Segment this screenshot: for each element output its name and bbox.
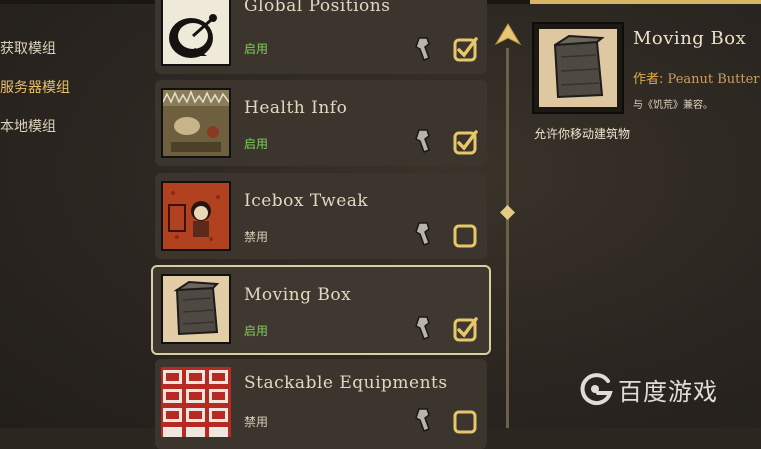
mod-status: 禁用 xyxy=(244,415,269,429)
mod-status: 启用 xyxy=(244,137,269,151)
scrollbar-track[interactable] xyxy=(506,48,509,428)
nav-item-client-mods[interactable]: 本地模组 xyxy=(0,116,56,136)
watermark-text: 百度游戏 xyxy=(618,378,718,406)
enable-checkbox[interactable] xyxy=(452,35,478,62)
mod-item-health-info[interactable]: Health Info 启用 xyxy=(155,80,487,166)
baidu-games-logo-icon xyxy=(580,373,613,406)
wrench-icon[interactable] xyxy=(413,315,437,341)
mod-item-stackable-equipments[interactable]: Stackable Equipments 禁用 xyxy=(155,359,487,449)
wrench-icon[interactable] xyxy=(413,221,437,247)
scroll-up-arrow-icon[interactable] xyxy=(494,22,522,48)
stackable-equipments-thumbnail xyxy=(161,367,231,437)
nav-item-browse[interactable]: 获取模组 xyxy=(0,38,56,58)
enable-checkbox[interactable] xyxy=(452,221,478,248)
author-name: Peanut Butter xyxy=(667,72,760,87)
mod-name: Icebox Tweak xyxy=(244,191,369,211)
moving-box-thumbnail xyxy=(161,274,231,344)
nav-item-server-mods[interactable]: 服务器模组 xyxy=(0,77,70,97)
mod-name: Global Positions xyxy=(244,0,391,16)
mod-item-icebox-tweak[interactable]: Icebox Tweak 禁用 xyxy=(155,173,487,259)
scrollbar-thumb[interactable] xyxy=(499,204,516,221)
mod-item-global-positions[interactable]: Global Positions 启用 xyxy=(155,0,487,74)
mod-name: Moving Box xyxy=(244,285,352,305)
satellite-dish-icon xyxy=(161,0,231,66)
enable-checkbox[interactable] xyxy=(452,407,478,434)
baidu-games-watermark: 百度游戏 xyxy=(578,371,743,407)
mod-status: 禁用 xyxy=(244,230,269,244)
wrench-icon[interactable] xyxy=(413,407,437,433)
mod-status: 启用 xyxy=(244,324,269,338)
detail-author: 作者: Peanut Butter xyxy=(633,68,760,87)
health-info-thumbnail xyxy=(161,88,231,158)
detail-description: 允许你移动建筑物 xyxy=(534,127,631,141)
author-label: 作者: xyxy=(633,72,664,87)
enable-checkbox[interactable] xyxy=(452,128,478,155)
detail-title: Moving Box xyxy=(633,28,747,49)
mod-name: Health Info xyxy=(244,98,348,118)
mod-name: Stackable Equipments xyxy=(244,373,448,393)
detail-compatibility: 与《饥荒》兼容。 xyxy=(633,100,713,111)
detail-thumbnail xyxy=(532,22,624,114)
top-bar-accent xyxy=(530,0,761,4)
mod-item-moving-box[interactable]: Moving Box 启用 xyxy=(151,265,491,355)
icebox-tweak-thumbnail xyxy=(161,181,231,251)
wrench-icon[interactable] xyxy=(413,36,437,62)
enable-checkbox[interactable] xyxy=(452,315,478,342)
mod-status: 启用 xyxy=(244,42,269,56)
wrench-icon[interactable] xyxy=(413,128,437,154)
